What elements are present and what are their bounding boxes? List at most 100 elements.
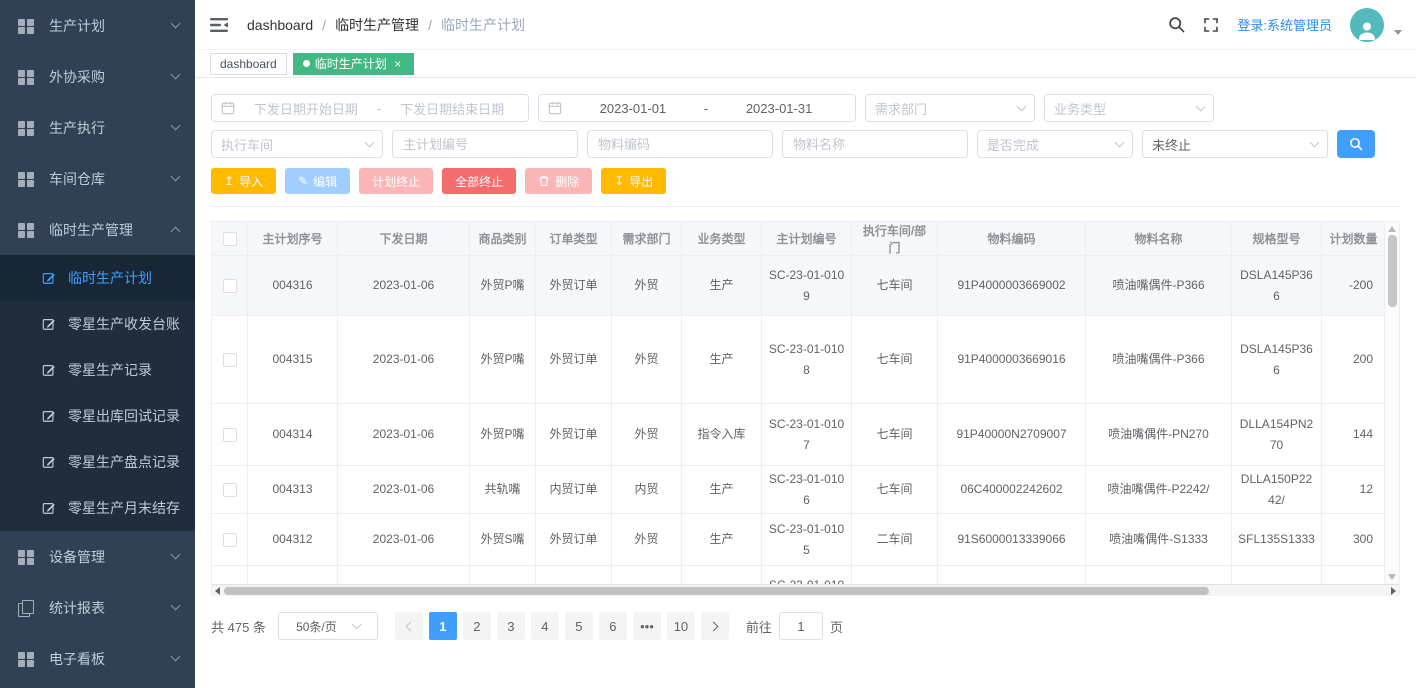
- workshop-select[interactable]: 执行车间: [211, 130, 383, 158]
- button-label: 计划终止: [372, 173, 420, 190]
- sidebar-item-production-execution[interactable]: 生产执行: [0, 102, 195, 153]
- next-page-button[interactable]: [701, 612, 729, 640]
- page-button-2[interactable]: 2: [463, 612, 491, 640]
- sidebar-subitem-temp-production-plan[interactable]: 临时生产计划: [0, 255, 195, 301]
- page-button-3[interactable]: 3: [497, 612, 525, 640]
- search-button[interactable]: [1337, 130, 1375, 158]
- page-button-4[interactable]: 4: [531, 612, 559, 640]
- breadcrumb: dashboard / 临时生产管理 / 临时生产计划: [247, 15, 525, 35]
- page-size-select[interactable]: 50条/页: [278, 612, 378, 640]
- breadcrumb-item-temp-production[interactable]: 临时生产管理: [335, 15, 419, 35]
- scroll-up-arrow-icon[interactable]: [1388, 226, 1396, 232]
- pagination: 共 475 条 50条/页 123456•••10 前往 页: [211, 612, 1400, 640]
- button-label: 导出: [629, 173, 653, 190]
- vertical-scroll-thumb[interactable]: [1388, 235, 1397, 307]
- page-button-6[interactable]: 6: [599, 612, 627, 640]
- scroll-left-arrow-icon[interactable]: [215, 587, 220, 595]
- sidebar-item-equipment-mgmt[interactable]: 设备管理: [0, 531, 195, 582]
- terminate-status-select[interactable]: 未终止: [1142, 130, 1328, 158]
- chevron-down-icon: [171, 19, 181, 29]
- sidebar-item-electronic-board[interactable]: 电子看板: [0, 633, 195, 684]
- row-checkbox-cell: [212, 466, 248, 514]
- table-cell: [682, 566, 762, 584]
- column-header: 计划数量: [1322, 222, 1386, 256]
- caret-down-icon[interactable]: [1394, 30, 1402, 35]
- tab-active[interactable]: 临时生产计划×: [293, 53, 414, 75]
- goto-page-input[interactable]: [779, 612, 823, 640]
- avatar[interactable]: [1350, 8, 1384, 42]
- sidebar-item-workshop-warehouse[interactable]: 车间仓库: [0, 153, 195, 204]
- button-label: 全部终止: [455, 173, 503, 190]
- row-checkbox[interactable]: [223, 483, 237, 497]
- plan-no-input[interactable]: [392, 130, 578, 158]
- table-row[interactable]: 0043152023-01-06外贸P嘴外贸订单外贸生产SC-23-01-010…: [212, 316, 1386, 404]
- page-button-1[interactable]: 1: [429, 612, 457, 640]
- sidebar-subitem-sporadic-receipt-ledger[interactable]: 零星生产收发台账: [0, 301, 195, 347]
- plan-terminate-button[interactable]: 计划终止: [359, 168, 433, 194]
- table-row[interactable]: 0043142023-01-06外贸P嘴外贸订单外贸指令入库SC-23-01-0…: [212, 404, 1386, 466]
- demand-dept-select[interactable]: 需求部门: [865, 94, 1035, 122]
- dispatch-date-range-picker[interactable]: 下发日期开始日期 - 下发日期结束日期: [211, 94, 529, 122]
- horizontal-scrollbar[interactable]: [212, 584, 1399, 596]
- sidebar-item-outsourcing-purchase[interactable]: 外协采购: [0, 51, 195, 102]
- sidebar-item-temp-production-mgmt[interactable]: 临时生产管理: [0, 204, 195, 255]
- page-ellipsis-button[interactable]: •••: [633, 612, 661, 640]
- chevron-down-icon: [171, 172, 181, 182]
- import-button[interactable]: ↥导入: [211, 168, 276, 194]
- hamburger-icon[interactable]: [209, 14, 231, 36]
- table-cell: SC-23-01-0109: [762, 256, 852, 316]
- vertical-scrollbar[interactable]: [1384, 222, 1399, 584]
- page-button-5[interactable]: 5: [565, 612, 593, 640]
- terminate-all-button[interactable]: 全部终止: [442, 168, 516, 194]
- chevron-left-icon: [405, 621, 415, 631]
- scroll-down-arrow-icon[interactable]: [1388, 574, 1396, 580]
- prev-page-button[interactable]: [395, 612, 423, 640]
- table-row[interactable]: 0043162023-01-06外贸P嘴外贸订单外贸生产SC-23-01-010…: [212, 256, 1386, 316]
- export-button[interactable]: ↧导出: [601, 168, 666, 194]
- table-cell: 指令入库: [682, 404, 762, 466]
- sidebar-subitem-sporadic-production-record[interactable]: 零星生产记录: [0, 347, 195, 393]
- material-code-input[interactable]: [587, 130, 773, 158]
- biz-type-select[interactable]: 业务类型: [1044, 94, 1214, 122]
- horizontal-scroll-thumb[interactable]: [224, 587, 1209, 595]
- close-icon[interactable]: ×: [392, 58, 404, 70]
- tab-dashboard[interactable]: dashboard: [210, 53, 287, 75]
- breadcrumb-item-dashboard[interactable]: dashboard: [247, 17, 313, 33]
- column-header: 下发日期: [338, 222, 470, 256]
- chevron-down-icon: [1017, 102, 1027, 112]
- grid-icon: [18, 120, 34, 136]
- scroll-right-arrow-icon[interactable]: [1391, 587, 1396, 595]
- column-header: 业务类型: [682, 222, 762, 256]
- finished-select[interactable]: 是否完成: [977, 130, 1133, 158]
- upload-icon: ↥: [224, 175, 234, 187]
- row-checkbox[interactable]: [223, 428, 237, 442]
- fullscreen-icon[interactable]: [1203, 17, 1219, 33]
- table-cell: 生产: [682, 514, 762, 566]
- sidebar-subitem-sporadic-outbound-return[interactable]: 零星出库回试记录: [0, 393, 195, 439]
- edit-square-icon: [42, 363, 56, 377]
- select-all-checkbox[interactable]: [223, 232, 237, 246]
- table-row[interactable]: SC-23-01-0104SFL135S1333: [212, 566, 1386, 584]
- sidebar-item-label: 生产计划: [49, 16, 172, 36]
- row-checkbox[interactable]: [223, 353, 237, 367]
- material-name-input[interactable]: [782, 130, 968, 158]
- breadcrumb-separator: /: [322, 17, 326, 33]
- row-checkbox[interactable]: [223, 533, 237, 547]
- table-row[interactable]: 0043122023-01-06外贸S嘴外贸订单外贸生产SC-23-01-010…: [212, 514, 1386, 566]
- sidebar-subitem-sporadic-month-end-balance[interactable]: 零星生产月末结存: [0, 485, 195, 531]
- table-row[interactable]: 0043132023-01-06共轨嘴内贸订单内贸生产SC-23-01-0106…: [212, 466, 1386, 514]
- delete-button[interactable]: 删除: [525, 168, 592, 194]
- sidebar-item-statistic-reports[interactable]: 统计报表: [0, 582, 195, 633]
- sidebar-item-label: 车间仓库: [49, 169, 172, 189]
- row-checkbox[interactable]: [223, 279, 237, 293]
- grid-icon: [18, 549, 34, 565]
- sidebar-item-production-plan[interactable]: 生产计划: [0, 0, 195, 51]
- grid-icon: [18, 69, 34, 85]
- table-cell: 喷油嘴偶件-P366: [1086, 256, 1232, 316]
- search-icon[interactable]: [1168, 16, 1185, 33]
- table-cell: 2023-01-06: [338, 256, 470, 316]
- date-range-picker[interactable]: 2023-01-01 - 2023-01-31: [538, 94, 856, 122]
- edit-button[interactable]: ✎编辑: [285, 168, 350, 194]
- page-button-10[interactable]: 10: [667, 612, 695, 640]
- sidebar-subitem-sporadic-stocktake-record[interactable]: 零星生产盘点记录: [0, 439, 195, 485]
